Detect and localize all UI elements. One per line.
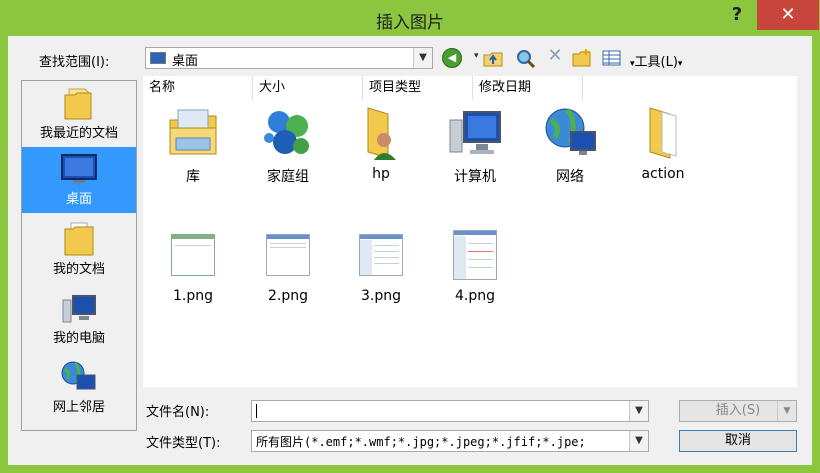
up-folder-button[interactable] <box>482 48 504 68</box>
help-button[interactable]: ? <box>722 0 752 30</box>
look-in-dropdown[interactable]: 桌面 ▼ <box>145 47 433 69</box>
place-recent[interactable]: 我最近的文档 <box>22 81 136 147</box>
places-bar: 我最近的文档 桌面 我的文档 我的电脑 网上邻居 <box>21 80 137 431</box>
text-cursor <box>256 404 257 418</box>
chevron-down-icon[interactable]: ▼ <box>777 401 796 421</box>
file-item-label: 网络 <box>556 169 584 185</box>
back-button[interactable]: ◀ <box>442 48 464 68</box>
tools-menu[interactable]: ▾工具(L)▾ <box>630 51 682 70</box>
network-places-icon <box>61 361 96 390</box>
place-label: 网上邻居 <box>52 400 105 415</box>
column-header-name[interactable]: 名称 <box>143 76 253 100</box>
insert-label: 插入(S) <box>715 403 761 418</box>
folder-icon <box>649 107 677 159</box>
file-item[interactable]: 4.png <box>433 228 517 304</box>
place-my-documents[interactable]: 我的文档 <box>22 217 136 283</box>
file-item[interactable]: hp <box>339 106 423 182</box>
file-item[interactable]: 家庭组 <box>246 106 330 186</box>
file-list[interactable]: 名称 大小 项目类型 修改日期 库 家庭组 hp 计算机 网络 action 1… <box>143 76 797 387</box>
place-my-computer[interactable]: 我的电脑 <box>22 286 136 352</box>
file-item-label: action <box>641 166 685 182</box>
place-desktop[interactable]: 桌面 <box>22 147 136 213</box>
chevron-down-icon[interactable]: ▼ <box>629 401 648 421</box>
views-button[interactable] <box>601 48 623 68</box>
file-item-label: 2.png <box>267 288 308 304</box>
new-folder-button[interactable] <box>571 48 593 68</box>
place-label: 我最近的文档 <box>39 126 118 141</box>
column-header-size[interactable]: 大小 <box>253 76 363 100</box>
image-thumbnail <box>171 234 215 276</box>
place-network[interactable]: 网上邻居 <box>22 355 136 421</box>
file-item[interactable]: 3.png <box>339 228 423 304</box>
close-button[interactable]: ✕ <box>757 0 819 30</box>
image-thumbnail <box>266 234 310 276</box>
search-web-button[interactable] <box>515 48 537 69</box>
chevron-down-icon[interactable]: ▼ <box>629 431 648 451</box>
back-arrow-icon: ◀ <box>442 48 462 68</box>
window-title: 插入图片 <box>376 13 444 33</box>
desktop-icon <box>61 154 97 183</box>
library-icon <box>169 109 217 155</box>
file-type-value: 所有图片(*.emf;*.wmf;*.jpg;*.jpeg;*.jfif;*.j… <box>256 435 586 449</box>
computer-icon <box>449 111 501 154</box>
cancel-button[interactable]: 取消 <box>679 430 797 452</box>
file-item[interactable]: 计算机 <box>433 106 517 186</box>
tools-label: 工具(L) <box>634 55 678 70</box>
place-label: 桌面 <box>65 192 92 207</box>
network-icon <box>545 108 596 155</box>
file-name-field[interactable]: ▼ <box>251 400 649 422</box>
recent-documents-icon <box>64 88 92 120</box>
back-history-dropdown[interactable]: ▾ <box>474 51 482 71</box>
chevron-down-icon[interactable]: ▼ <box>413 48 432 68</box>
search-icon <box>517 50 536 69</box>
file-item-label: 3.png <box>360 288 401 304</box>
column-header-type[interactable]: 项目类型 <box>363 76 473 100</box>
file-item[interactable]: action <box>621 106 705 182</box>
file-item[interactable]: 库 <box>151 106 235 186</box>
file-item-label: 4.png <box>454 288 495 304</box>
file-item[interactable]: 2.png <box>246 228 330 304</box>
caret-icon: ▾ <box>677 59 683 69</box>
image-thumbnail <box>453 230 497 280</box>
file-type-dropdown[interactable]: 所有图片(*.emf;*.wmf;*.jpg;*.jpeg;*.jfif;*.j… <box>251 430 649 452</box>
place-label: 我的文档 <box>52 262 105 277</box>
my-computer-icon <box>62 295 96 323</box>
file-item-label: 库 <box>186 169 200 185</box>
look-in-label: 查找范围(I): <box>39 55 110 70</box>
column-header-modified[interactable]: 修改日期 <box>473 76 583 100</box>
homegroup-icon <box>264 111 309 154</box>
file-item[interactable]: 网络 <box>528 106 612 186</box>
new-folder-icon <box>572 49 591 67</box>
file-name-label: 文件名(N): <box>146 405 210 420</box>
image-thumbnail <box>359 234 403 276</box>
look-in-value: 桌面 <box>172 54 199 69</box>
delete-icon[interactable]: ✕ <box>544 46 566 66</box>
insert-button[interactable]: 插入(S) ▼ <box>679 400 797 422</box>
user-folder-icon <box>367 107 396 160</box>
file-item[interactable]: 1.png <box>151 228 235 304</box>
file-type-label: 文件类型(T): <box>146 436 221 451</box>
my-documents-icon <box>64 222 94 256</box>
place-label: 我的电脑 <box>52 331 105 346</box>
title-bar: 插入图片 ? ✕ <box>0 0 820 36</box>
dialog-body: 查找范围(I): 桌面 ▼ ◀ ▾ ✕ ▾工具(L)▾ 我最近的文档 桌面 我的… <box>8 36 812 465</box>
file-item-label: 家庭组 <box>267 169 309 185</box>
file-name-input[interactable] <box>252 401 620 421</box>
up-folder-icon <box>483 52 503 67</box>
file-item-label: hp <box>372 166 390 182</box>
views-grid-icon <box>602 50 621 66</box>
file-item-label: 计算机 <box>454 169 496 185</box>
file-item-label: 1.png <box>172 288 213 304</box>
desktop-icon <box>150 52 166 64</box>
